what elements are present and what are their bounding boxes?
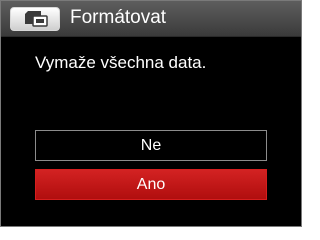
title-bar: Formátovat	[1, 1, 301, 37]
confirmation-message: Vymaže všechna data.	[35, 53, 207, 72]
page-title: Formátovat	[70, 7, 167, 28]
memory-card-format-icon	[10, 7, 60, 31]
format-dialog-screen: Formátovat Vymaže všechna data. Ne Ano	[0, 0, 302, 227]
no-button[interactable]: Ne	[35, 130, 267, 161]
yes-button[interactable]: Ano	[35, 169, 267, 200]
